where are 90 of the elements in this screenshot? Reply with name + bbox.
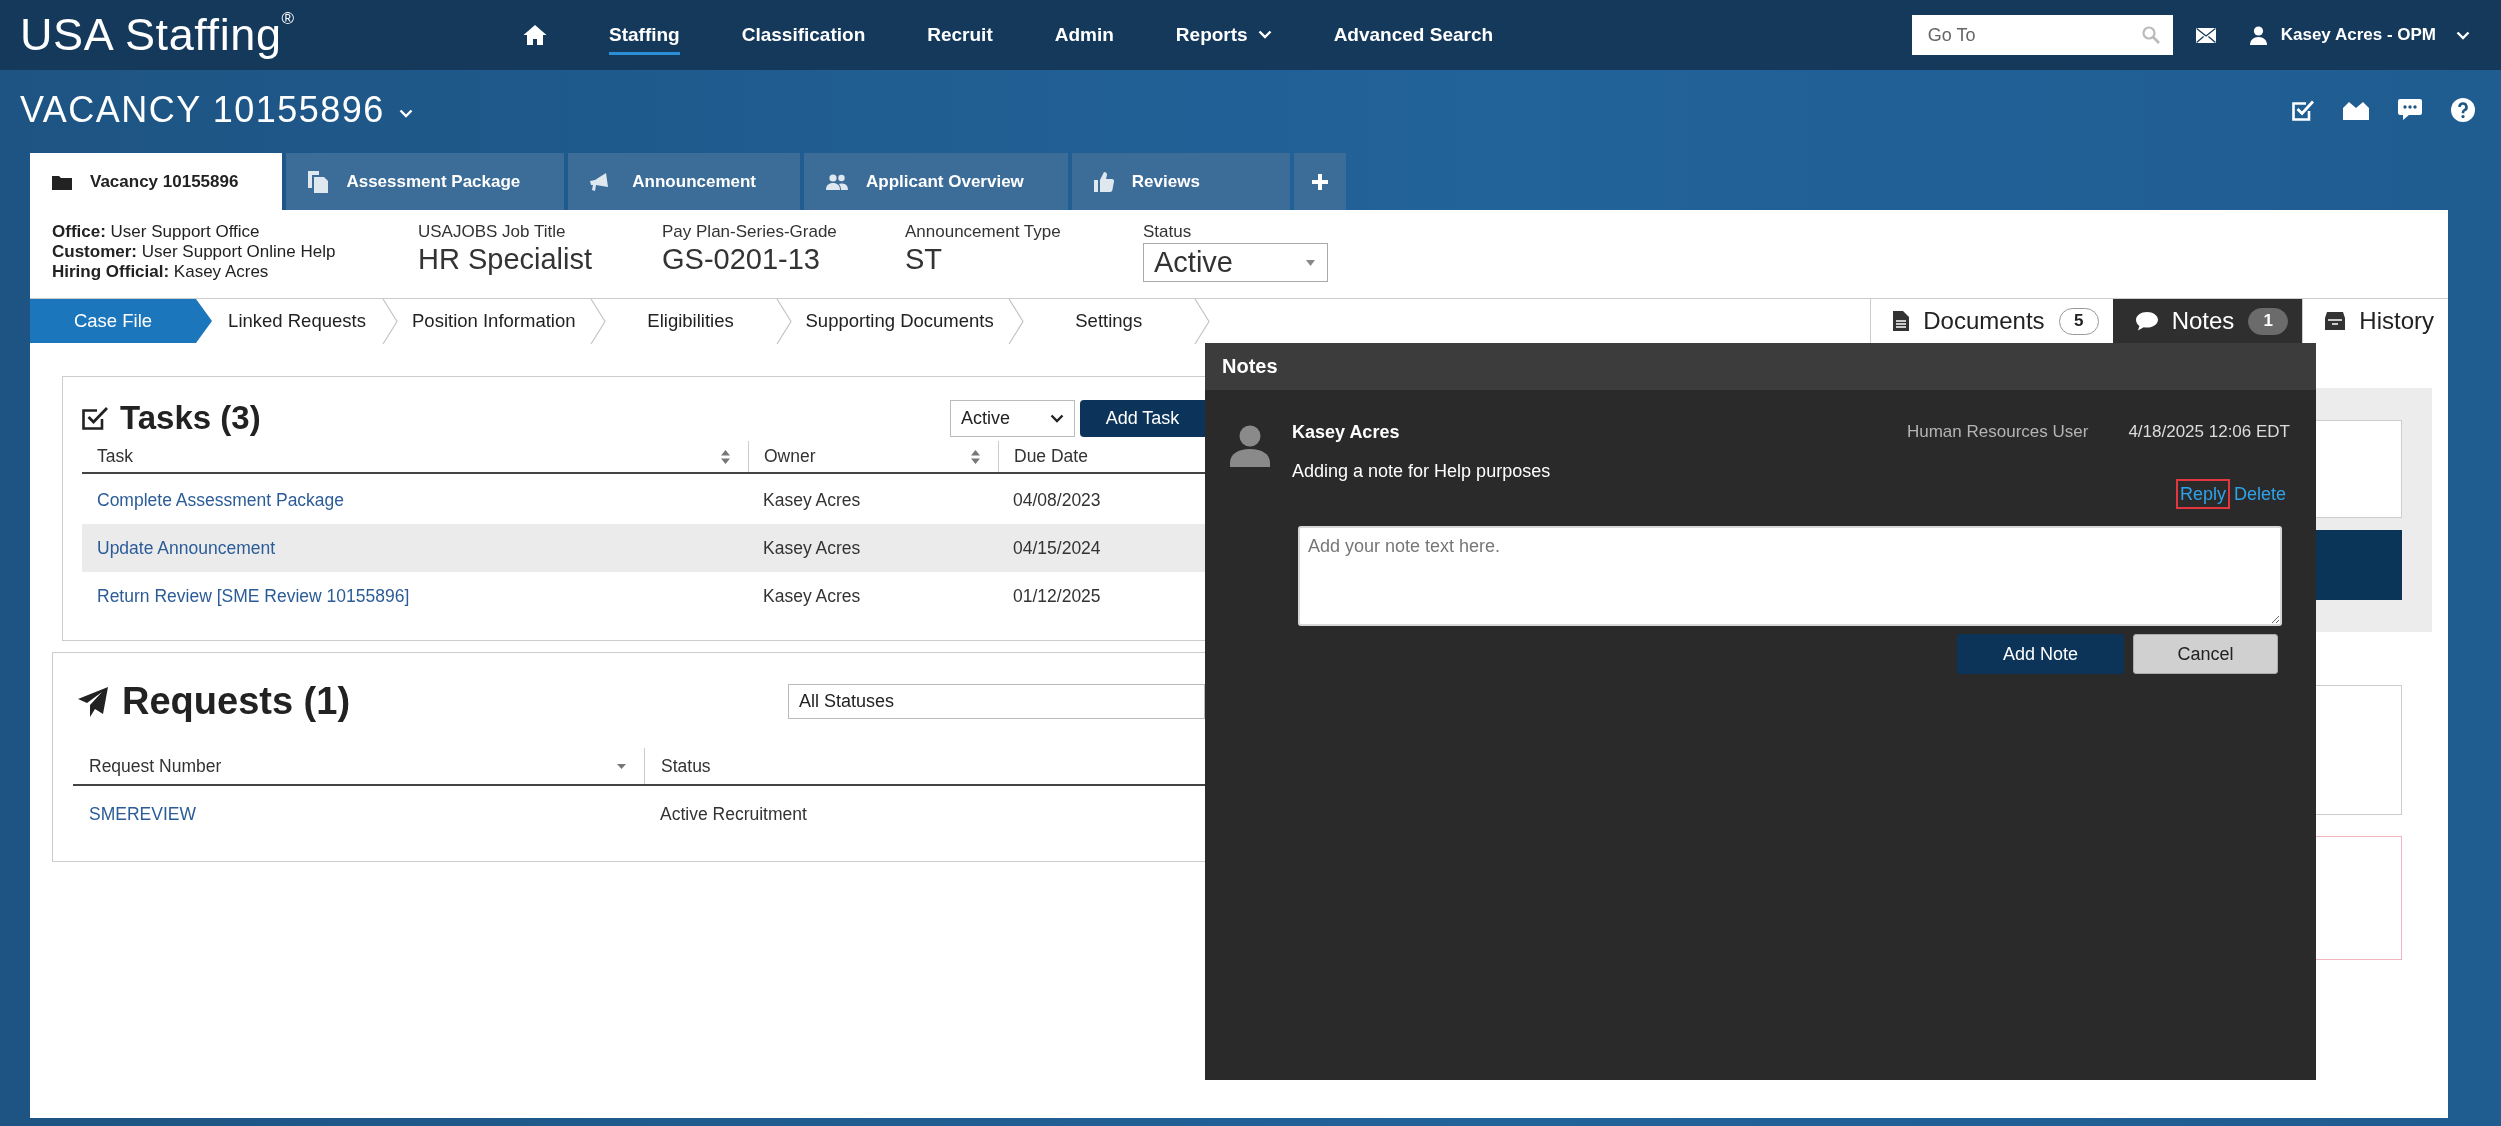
column-header[interactable]: Task	[82, 441, 748, 472]
tasks-title: Tasks (3)	[120, 399, 261, 437]
step-tab[interactable]: Case File	[30, 299, 212, 343]
archive-icon	[2325, 312, 2346, 330]
step-tab[interactable]: Supporting Documents	[791, 299, 1008, 343]
plus-icon	[1311, 173, 1328, 190]
nav-link[interactable]: Reports	[1175, 15, 1272, 55]
task-link[interactable]: Update Announcement	[97, 537, 276, 558]
user-menu-button[interactable]: Kasey Acres - OPM	[2249, 25, 2470, 45]
folder-icon	[52, 173, 72, 190]
app-logo[interactable]: USA Staffing$^{®}$	[20, 9, 295, 61]
step-tab[interactable]: Eligibilities	[605, 299, 776, 343]
field-label: Announcement Type	[905, 222, 1061, 242]
note-button[interactable]: Cancel	[2133, 634, 2278, 674]
tab[interactable]: Assessment Package	[286, 153, 565, 210]
note-timestamp: 4/18/2025 12:06 EDT	[2128, 422, 2290, 442]
open-envelope-icon[interactable]	[2343, 100, 2369, 120]
count-badge: 5	[2058, 307, 2099, 335]
caret-icon	[2456, 30, 2470, 40]
table-cell-text: Kasey Acres	[762, 537, 862, 559]
note-action-link[interactable]: Delete	[2229, 479, 2290, 509]
contact-line: Hiring Official: Kasey Acres	[52, 262, 269, 282]
tab[interactable]: Applicant Overview	[804, 153, 1068, 210]
help-icon[interactable]	[2451, 98, 2475, 122]
document-icon	[1893, 311, 1910, 331]
chat-icon[interactable]	[2398, 99, 2422, 121]
caret-icon	[398, 108, 413, 118]
nav-link[interactable]: Staffing	[609, 15, 680, 55]
step-tab[interactable]: Position Information	[398, 299, 590, 343]
tab[interactable]: Announcement	[568, 153, 801, 210]
notes-panel-title: Notes	[1205, 343, 2316, 390]
field-label: Status	[1143, 222, 1192, 242]
copy-icon	[308, 170, 329, 193]
field-label: Pay Plan-Series-Grade	[662, 222, 837, 242]
column-header[interactable]: Owner	[748, 441, 998, 472]
nav-link[interactable]: Advanced Search	[1333, 15, 1494, 55]
field-value: ST	[905, 242, 943, 276]
field-value: HR Specialist	[418, 242, 593, 276]
note-button[interactable]: Add Note	[1957, 634, 2124, 674]
add-task-button[interactable]: Add Task	[1080, 399, 1205, 437]
contact-line: Customer: User Support Online Help	[52, 242, 336, 262]
request-link[interactable]: SMEREVIEW	[89, 803, 196, 824]
caret-icon	[1306, 259, 1315, 266]
table-cell-text: Kasey Acres	[762, 585, 862, 607]
vacancy-title: VACANCY 10155896	[20, 89, 385, 131]
nav-link[interactable]: Admin	[1054, 15, 1114, 55]
sort-icon[interactable]	[721, 449, 730, 464]
mail-icon[interactable]	[2195, 27, 2216, 43]
caret-icon	[1050, 413, 1064, 423]
status-select[interactable]: Active	[1143, 243, 1328, 282]
step-tab[interactable]: Settings	[1023, 299, 1194, 343]
tab[interactable]: Reviews	[1071, 153, 1290, 210]
nav-link[interactable]: Classification	[741, 15, 866, 55]
note-text-field[interactable]: Add your note text here.	[1298, 526, 2282, 626]
sort-icon[interactable]	[971, 449, 980, 464]
task-filter-select[interactable]: Active	[950, 399, 1075, 437]
task-link[interactable]: Complete Assessment Package	[97, 489, 345, 510]
thumbs-up-icon	[1093, 171, 1114, 192]
note-author: Kasey Acres	[1292, 421, 1400, 443]
panel-tab[interactable]: Notes 1	[2112, 299, 2303, 343]
sort-desc-icon[interactable]	[617, 763, 626, 769]
checkbox-icon	[82, 405, 108, 431]
contact-line: Office: User Support Office	[52, 222, 260, 242]
note-action-link[interactable]: Reply	[2175, 479, 2230, 509]
task-check-icon[interactable]	[2292, 99, 2314, 121]
field-label: USAJOBS Job Title	[418, 222, 566, 242]
step-tab[interactable]: Linked Requests	[212, 299, 382, 343]
speech-bubble-icon	[2135, 311, 2158, 331]
table-cell-text: 01/12/2025	[1012, 585, 1102, 607]
count-badge: 1	[2248, 307, 2289, 335]
note-role: Human Resources User	[1906, 422, 2089, 442]
column-header[interactable]: Request Number	[73, 748, 644, 784]
nav-link[interactable]: Recruit	[927, 15, 993, 55]
table-cell-text: Active Recruitment	[659, 803, 808, 825]
people-icon	[826, 173, 849, 190]
add-tab-button[interactable]	[1293, 153, 1346, 210]
table-cell-text: 04/15/2024	[1012, 537, 1102, 559]
paper-plane-icon	[78, 686, 108, 717]
home-icon[interactable]	[523, 24, 547, 46]
field-value: GS-0201-13	[662, 242, 820, 276]
note-text: Adding a note for Help purposes	[1292, 460, 1551, 482]
requests-title: Requests (1)	[122, 680, 351, 723]
tab[interactable]: Vacancy 10155896	[30, 153, 283, 210]
table-cell-text: Kasey Acres	[762, 489, 862, 511]
avatar-icon	[1230, 425, 1270, 467]
search-field[interactable]: Go To	[1911, 15, 2173, 55]
task-link[interactable]: Return Review [SME Review 10155896]	[97, 585, 410, 606]
user-icon	[2249, 25, 2267, 45]
table-cell-text: 04/08/2023	[1012, 489, 1102, 511]
status-filter-select[interactable]: All Statuses	[788, 684, 1205, 719]
